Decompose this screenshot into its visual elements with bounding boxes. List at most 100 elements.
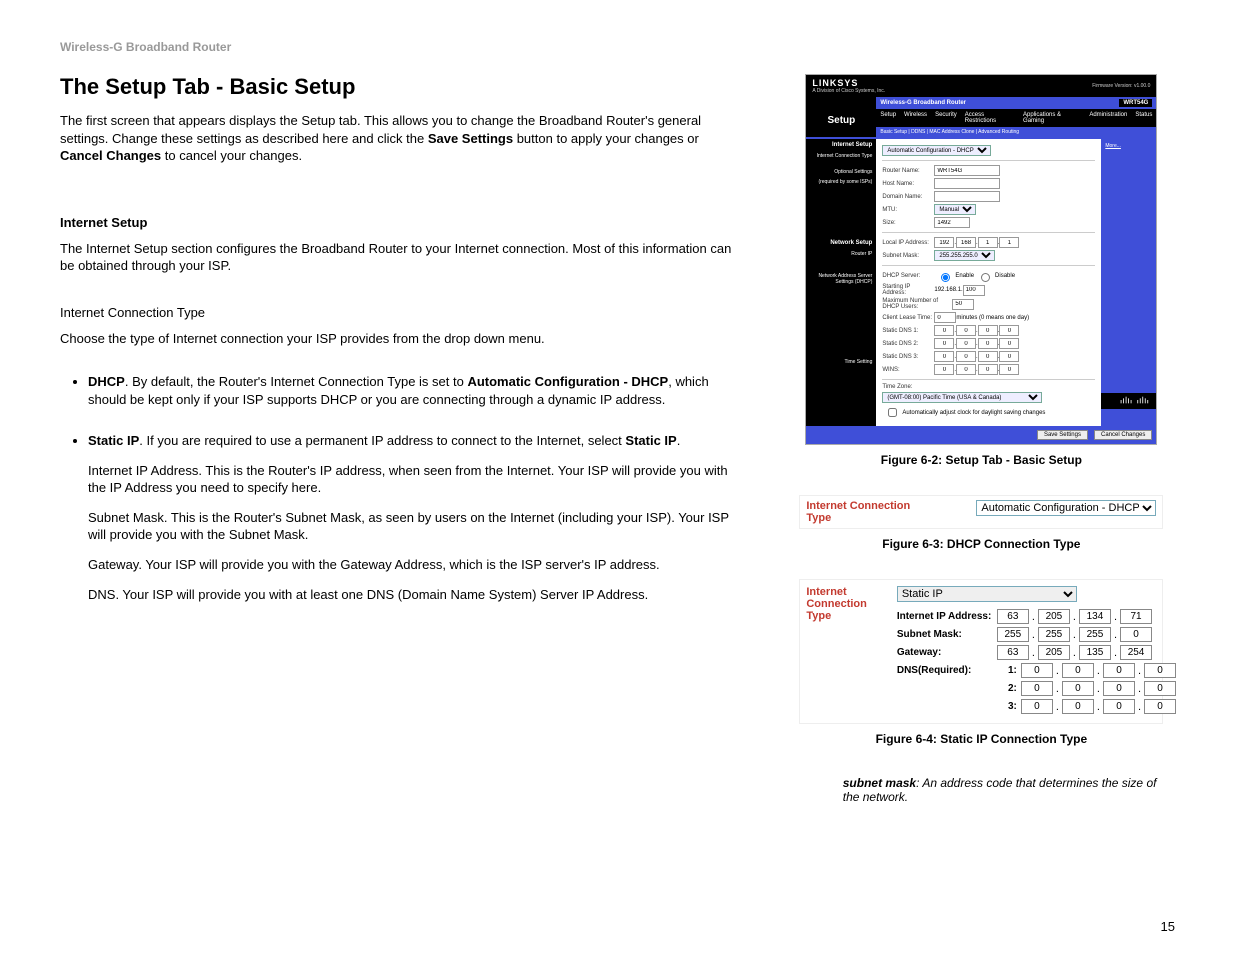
more-link[interactable]: More... (1101, 139, 1156, 153)
dns-in[interactable] (999, 338, 1019, 349)
tab-status[interactable]: Status (1131, 109, 1156, 127)
d2-4[interactable] (1144, 681, 1176, 696)
dns-in[interactable] (956, 325, 976, 336)
ict-dhcp-select[interactable]: Automatic Configuration - DHCP (976, 500, 1156, 516)
main-text-column: The Setup Tab - Basic Setup The first sc… (60, 74, 748, 804)
tab-apps[interactable]: Applications & Gaming (1019, 109, 1085, 127)
gw-2[interactable] (1038, 645, 1070, 660)
wins-in[interactable] (999, 364, 1019, 375)
size-input[interactable] (934, 217, 970, 228)
tz-label: Time Zone: (882, 384, 934, 390)
save-settings-term: Save Settings (428, 131, 513, 146)
cisco-logo (1101, 393, 1156, 409)
wins-in[interactable] (934, 364, 954, 375)
host-name-input[interactable] (934, 178, 1000, 189)
max-users-input[interactable] (952, 299, 974, 310)
d3-4[interactable] (1144, 699, 1176, 714)
gw-4[interactable] (1120, 645, 1152, 660)
sdns3-label: Static DNS 3: (882, 354, 934, 360)
dst-checkbox[interactable] (886, 408, 899, 417)
d1-3[interactable] (1103, 663, 1135, 678)
nas-label: Network Address Server Settings (DHCP) (806, 271, 876, 287)
ip-1[interactable] (997, 609, 1029, 624)
save-settings-button[interactable]: Save Settings (1037, 430, 1088, 440)
ip-3[interactable] (1079, 609, 1111, 624)
dns-in[interactable] (999, 325, 1019, 336)
local-ip-3[interactable] (978, 237, 998, 248)
product-name: Wireless-G Broadband Router (880, 100, 966, 106)
tab-security[interactable]: Security (931, 109, 961, 127)
sm-4[interactable] (1120, 627, 1152, 642)
dns3-num: 3: (997, 701, 1017, 712)
dst-text: Automatically adjust clock for daylight … (902, 410, 1045, 416)
ict-static-select[interactable]: Static IP (897, 586, 1077, 602)
glossary-entry: subnet mask: An address code that determ… (788, 776, 1175, 804)
tab-admin[interactable]: Administration (1085, 109, 1131, 127)
figure-6-2-caption: Figure 6-2: Setup Tab - Basic Setup (788, 453, 1175, 467)
d2-1[interactable] (1021, 681, 1053, 696)
tab-access[interactable]: Access Restrictions (961, 109, 1019, 127)
subnet-select[interactable]: 255.255.255.0 (934, 250, 995, 261)
d2-3[interactable] (1103, 681, 1135, 696)
d2-2[interactable] (1062, 681, 1094, 696)
dns-in[interactable] (956, 338, 976, 349)
tz-select[interactable]: (GMT-08:00) Pacific Time (USA & Canada) (882, 392, 1042, 403)
wins-in[interactable] (978, 364, 998, 375)
dns-in[interactable] (934, 338, 954, 349)
lease-input[interactable] (934, 312, 956, 323)
gw-1[interactable] (997, 645, 1029, 660)
start-ip-input[interactable] (963, 285, 985, 296)
figure-6-3: Internet Connection Type Automatic Confi… (799, 495, 1163, 529)
wins-label: WINS: (882, 367, 934, 373)
d1-2[interactable] (1062, 663, 1094, 678)
dns-in[interactable] (978, 351, 998, 362)
figure-6-2: LINKSYS A Division of Cisco Systems, Inc… (805, 74, 1157, 445)
ip-2[interactable] (1038, 609, 1070, 624)
nav-tabs[interactable]: Setup Wireless Security Access Restricti… (876, 109, 1156, 127)
start-ip-label: Starting IP Address: (882, 284, 934, 296)
d1-4[interactable] (1144, 663, 1176, 678)
firmware-version: Firmware Version: v1.00.0 (1092, 83, 1150, 89)
router-name-input[interactable] (934, 165, 1000, 176)
dhcp-text-1: . By default, the Router's Internet Conn… (125, 374, 468, 389)
dns-in[interactable] (978, 325, 998, 336)
ict-select[interactable]: Automatic Configuration - DHCP (882, 145, 991, 156)
dns-in[interactable] (956, 351, 976, 362)
local-ip-1[interactable] (934, 237, 954, 248)
internet-setup-section: Internet Setup (806, 139, 876, 151)
dns-in[interactable] (934, 325, 954, 336)
start-ip-prefix: 192.168.1. (934, 287, 962, 293)
local-ip-4[interactable] (999, 237, 1019, 248)
dns-in[interactable] (934, 351, 954, 362)
d1-1[interactable] (1021, 663, 1053, 678)
sm-1[interactable] (997, 627, 1029, 642)
tab-wireless[interactable]: Wireless (900, 109, 931, 127)
mtu-select[interactable]: Manual (934, 204, 976, 215)
dns2-num: 2: (997, 683, 1017, 694)
dhcp-disable-radio[interactable] (979, 273, 992, 282)
gw-3[interactable] (1079, 645, 1111, 660)
dhcp-enable-radio[interactable] (939, 273, 952, 282)
connection-type-list: DHCP. By default, the Router's Internet … (60, 373, 738, 603)
disable-text: Disable (995, 273, 1015, 279)
dhcp-auto-term: Automatic Configuration - DHCP (467, 374, 668, 389)
sm-3[interactable] (1079, 627, 1111, 642)
domain-name-input[interactable] (934, 191, 1000, 202)
d3-3[interactable] (1103, 699, 1135, 714)
sub-tabs[interactable]: Basic Setup | DDNS | MAC Address Clone |… (876, 127, 1156, 137)
dns-in[interactable] (999, 351, 1019, 362)
sm-2[interactable] (1038, 627, 1070, 642)
router-ip-label: Router IP (806, 249, 876, 259)
local-ip-2[interactable] (956, 237, 976, 248)
cancel-changes-button[interactable]: Cancel Changes (1094, 430, 1152, 440)
tab-setup[interactable]: Setup (876, 109, 900, 127)
wins-in[interactable] (956, 364, 976, 375)
static-dns-desc: DNS. Your ISP will provide you with at l… (88, 586, 738, 604)
d3-1[interactable] (1021, 699, 1053, 714)
dns-in[interactable] (978, 338, 998, 349)
ip-4[interactable] (1120, 609, 1152, 624)
d3-2[interactable] (1062, 699, 1094, 714)
glossary-term: subnet mask (843, 776, 916, 790)
dhcp-term: DHCP (88, 374, 125, 389)
figure-6-4-caption: Figure 6-4: Static IP Connection Type (788, 732, 1175, 746)
